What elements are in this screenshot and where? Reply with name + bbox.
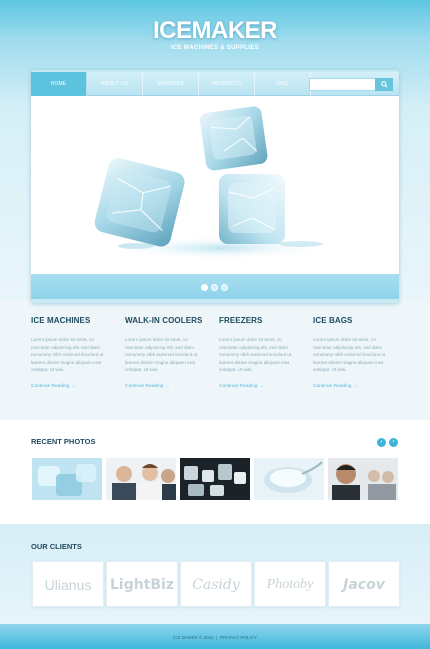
feature-text: Lorem ipsum dolor sit amet, co nsectetur… [219,337,292,373]
feature-freezers: FREEZERS Lorem ipsum dolor sit amet, co … [219,313,299,389]
business-team-photo [106,458,176,500]
ice-photo [32,458,102,500]
feature-ice-bags: ICE BAGS Lorem ipsum dolor sit amet, co … [313,313,393,389]
hero-slide [31,96,399,274]
chevron-right-icon[interactable]: › [389,438,398,447]
slider-dot-3[interactable] [221,284,228,291]
client-logo[interactable]: Ulianus [32,561,104,607]
photo-thumbnail[interactable] [106,458,176,500]
feature-text: Lorem ipsum dolor sit amet, co nsectetur… [31,337,104,373]
continue-reading-link[interactable]: Continue Reading → [313,384,393,389]
nav-item-home[interactable]: HOME [31,72,87,96]
feature-walk-in-coolers: WALK-IN COOLERS Lorem ipsum dolor sit am… [125,313,205,389]
feature-text: Lorem ipsum dolor sit amet, co nsectetur… [313,337,386,373]
continue-reading-link[interactable]: Continue Reading → [31,384,111,389]
ice-bar-photo [180,458,250,500]
feature-title: WALK-IN COOLERS [125,316,203,325]
feature-ice-machines: ICE MACHINES Lorem ipsum dolor sit amet,… [31,313,111,389]
client-logo[interactable]: Photoby [254,561,326,607]
feature-title: ICE MACHINES [31,316,91,325]
slider-dot-2[interactable] [211,284,218,291]
clients-title: OUR CLIENTS [31,542,82,551]
search-icon [380,81,388,88]
feature-text: Lorem ipsum dolor sit amet, co nsectetur… [125,337,198,373]
nav-item-products[interactable]: PRODUCTS [199,72,255,96]
nav-item-about[interactable]: ABOUT US [87,72,143,96]
slider-dot-1[interactable] [201,284,208,291]
copyright-text: ICE MAKER © 2012 [173,635,214,640]
chevron-left-icon[interactable]: ‹ [377,438,386,447]
footer-separator: | [216,635,218,640]
glass-photo [254,458,324,500]
photo-thumbnail[interactable] [328,458,398,500]
features-section: ICE MACHINES Lorem ipsum dolor sit amet,… [0,313,430,408]
client-logo[interactable]: Jacov [328,561,400,607]
photo-thumbnail[interactable] [254,458,324,500]
photo-thumbnail[interactable] [180,458,250,500]
continue-reading-link[interactable]: Continue Reading → [125,384,205,389]
footer-text: ICE MAKER © 2012 | PRIVACY POLICY [0,635,430,640]
nav-item-services[interactable]: SERVICES [143,72,199,96]
client-logo[interactable]: LightBiz [106,561,178,607]
logo-title: ICEMAKER [152,17,278,44]
ice-cubes-image [94,106,331,260]
photo-thumbnail[interactable] [32,458,102,500]
businessman-photo [328,458,398,500]
search-button[interactable] [375,78,393,91]
recent-photos-title: RECENT PHOTOS [31,437,96,446]
client-logo[interactable]: Casidy [180,561,252,607]
continue-reading-link[interactable]: Continue Reading → [219,384,299,389]
logo-subtitle: ICE MACHINES & SUPPLIES [171,45,259,51]
feature-title: ICE BAGS [313,316,353,325]
nav-item-faq[interactable]: FAQ [255,72,311,96]
feature-title: FREEZERS [219,316,263,325]
logo[interactable]: ICEMAKER ICE MACHINES & SUPPLIES [0,17,430,52]
privacy-policy-link[interactable]: PRIVACY POLICY [220,635,257,640]
